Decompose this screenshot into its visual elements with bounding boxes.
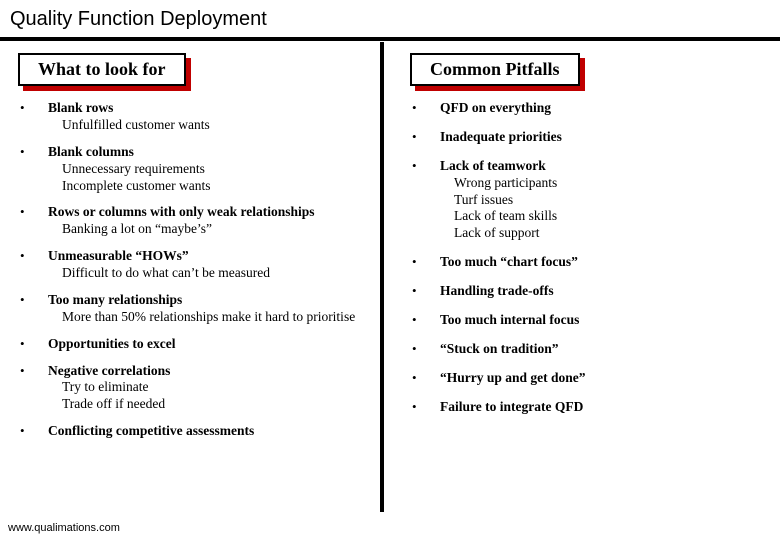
item-title: Negative correlations [48,363,170,378]
list-item: Unmeasurable “HOWs” Difficult to do what … [18,248,390,282]
sub-list: More than 50% relationships make it hard… [48,309,390,326]
sub-item: More than 50% relationships make it hard… [62,309,390,326]
sub-item: Unnecessary requirements [62,161,390,178]
item-title: Opportunities to excel [48,336,176,351]
list-item: Handling trade-offs [410,283,780,300]
item-title: Rows or columns with only weak relations… [48,204,315,219]
list-item: Blank columns Unnecessary requirementsInc… [18,144,390,195]
list-item: Too many relationships More than 50% rela… [18,292,390,326]
left-list: Blank rowsUnfulfilled customer wantsBlan… [18,100,390,440]
sub-item: Unfulfilled customer wants [62,117,390,134]
sub-item: Try to eliminate [62,379,390,396]
left-column: What to look for Blank rows Unfulfilled c… [0,53,390,450]
content-area: What to look for Blank rows Unfulfilled c… [0,41,780,450]
list-item: Opportunities to excel [18,336,390,353]
item-title: QFD on everything [440,100,551,115]
sub-list: Unnecessary requirementsIncomplete custo… [48,161,390,195]
list-item: “Stuck on tradition” [410,341,780,358]
left-heading-box: What to look for [18,53,186,86]
right-column: Common Pitfalls QFD on everything Inadequ… [390,53,780,450]
item-title: Lack of teamwork [440,158,546,173]
footer-url: www.qualimations.com [8,522,120,534]
list-item: Too much “chart focus” [410,254,780,271]
item-title: Unmeasurable “HOWs” [48,248,189,263]
list-item: Rows or columns with only weak relations… [18,204,390,238]
list-item: Conflicting competitive assessments [18,423,390,440]
list-item: Too much internal focus [410,312,780,329]
item-title: “Stuck on tradition” [440,341,559,356]
list-item: Negative correlationsTry to eliminateTra… [18,363,390,414]
list-item: Blank rows Unfulfilled customer wants [18,100,390,134]
sub-list: Unfulfilled customer wants [48,117,390,134]
item-title: Blank rows [48,100,113,115]
sub-item: Banking a lot on “maybe’s” [62,221,390,238]
item-title: Too much “chart focus” [440,254,578,269]
sub-item: Incomplete customer wants [62,178,390,195]
item-title: “Hurry up and get done” [440,370,586,385]
sub-item: Trade off if needed [62,396,390,413]
list-item: Lack of teamwork Wrong participantsTurf i… [410,158,780,242]
sub-item: Turf issues [454,192,780,209]
item-title: Inadequate priorities [440,129,562,144]
left-heading-text: What to look for [38,59,166,79]
list-item: Failure to integrate QFD [410,399,780,416]
sub-item: Wrong participants [454,175,780,192]
slide-title: Quality Function Deployment [0,0,780,37]
item-title: Too much internal focus [440,312,579,327]
sub-list: Banking a lot on “maybe’s” [48,221,390,238]
sub-item: Difficult to do what can’t be measured [62,265,390,282]
list-item: “Hurry up and get done” [410,370,780,387]
sub-item: Lack of support [454,225,780,242]
box-front: Common Pitfalls [410,53,580,86]
right-heading-text: Common Pitfalls [430,59,560,79]
item-title: Too many relationships [48,292,182,307]
item-title: Failure to integrate QFD [440,399,583,414]
sub-list: Difficult to do what can’t be measured [48,265,390,282]
box-front: What to look for [18,53,186,86]
sub-list: Try to eliminateTrade off if needed [48,379,390,413]
right-heading-box: Common Pitfalls [410,53,580,86]
item-title: Conflicting competitive assessments [48,423,254,438]
sub-item: Lack of team skills [454,208,780,225]
list-item: QFD on everything [410,100,780,117]
right-list: QFD on everything Inadequate priorities La… [410,100,780,415]
list-item: Inadequate priorities [410,129,780,146]
item-title: Handling trade-offs [440,283,554,298]
sub-list: Wrong participantsTurf issuesLack of tea… [440,175,780,243]
item-title: Blank columns [48,144,134,159]
